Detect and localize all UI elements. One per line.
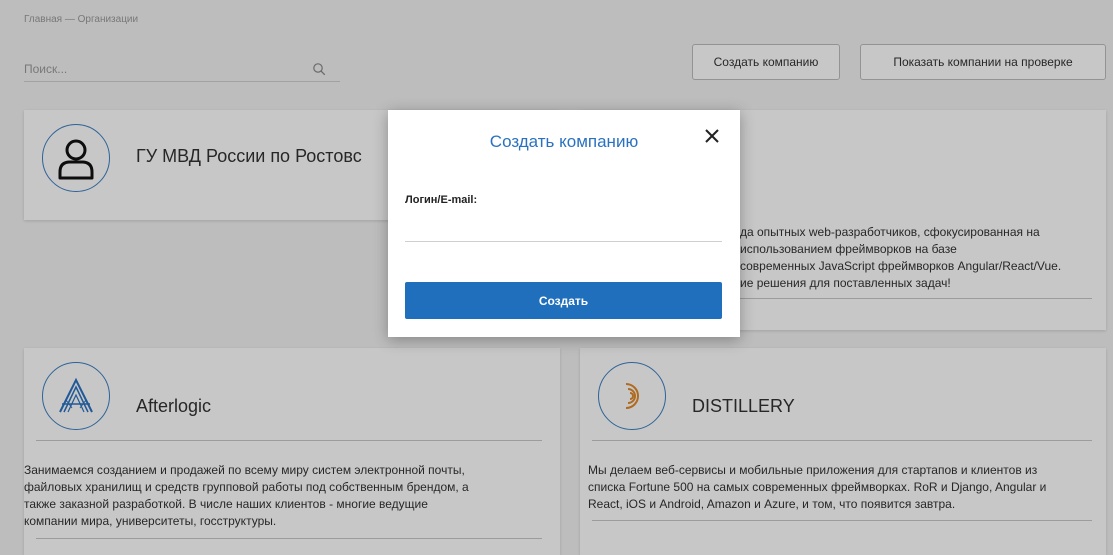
login-email-field[interactable] [405,214,722,242]
login-label: Логин/E-mail: [405,194,478,206]
organizations-page: Главная — Организации Создать компанию П… [0,0,1113,555]
close-icon[interactable] [700,124,724,148]
create-company-modal: Создать компанию Логин/E-mail: Создать [388,110,740,337]
submit-create-button[interactable]: Создать [405,282,722,319]
modal-title: Создать компанию [489,132,639,151]
